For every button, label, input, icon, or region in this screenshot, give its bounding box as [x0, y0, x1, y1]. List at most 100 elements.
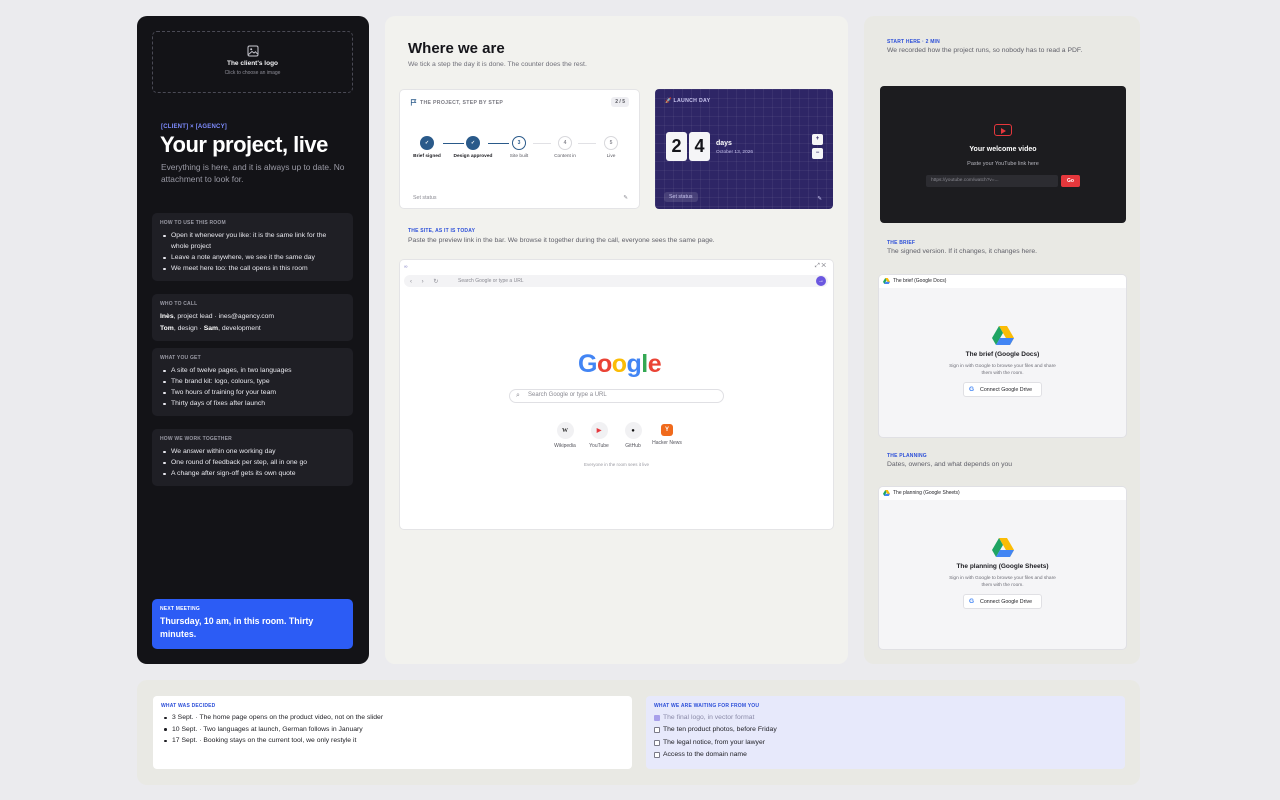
list-item: Leave a note anywhere, we see it the sam…	[160, 252, 345, 263]
checklist-item[interactable]: The legal notice, from your lawyer	[654, 737, 1117, 749]
start-subtitle: We recorded how the project runs, so nob…	[887, 47, 1083, 54]
how-to-heading: HOW TO USE THIS ROOM	[160, 220, 226, 226]
who-heading: WHO TO CALL	[160, 301, 198, 307]
checklist-item[interactable]: Access to the domain name	[654, 749, 1117, 761]
decrement-button[interactable]: −	[812, 148, 823, 159]
page-subtitle: Everything is here, and it is always up …	[161, 162, 345, 184]
checkbox[interactable]	[654, 727, 660, 734]
google-search-input[interactable]: ⌕ Search Google or type a URL	[509, 389, 724, 403]
shortcut-hacker-news[interactable]: Y Hacker News	[647, 422, 687, 446]
drive-card-title: The brief (Google Docs)	[965, 351, 1040, 358]
checkbox[interactable]	[654, 715, 660, 721]
step-label: Design approved	[453, 154, 493, 159]
drive-card-desc: Sign in with Google to browse your files…	[949, 576, 1056, 588]
youtube-icon: ▶	[590, 422, 608, 439]
checklist-item[interactable]: The ten product photos, before Friday	[654, 724, 1117, 736]
how-we-work-card: HOW WE WORK TOGETHER We answer within on…	[152, 429, 353, 486]
how-to-card: HOW TO USE THIS ROOM Open it whenever yo…	[152, 213, 353, 281]
steps-heading-text: THE PROJECT, STEP BY STEP	[420, 99, 504, 106]
brief-heading: THE BRIEF	[887, 240, 916, 246]
video-title: Your welcome video	[969, 146, 1037, 153]
video-subtitle: Paste your YouTube link here	[967, 161, 1039, 167]
checklist-item[interactable]: The final logo, in vector format	[654, 712, 1117, 724]
list-item: 3 Sept. · The home page opens on the pro…	[161, 712, 624, 724]
google-logo: Google	[578, 350, 662, 378]
contact-name: Inès	[160, 313, 174, 320]
step-label: Site built	[509, 154, 529, 159]
connect-google-drive-button[interactable]: G Connect Google Drive	[963, 594, 1042, 609]
waiting-card: WHAT WE ARE WAITING FOR FROM YOU The fin…	[646, 696, 1125, 769]
step-number: 4	[558, 136, 572, 150]
wikipedia-icon: W	[556, 422, 574, 439]
google-drive-icon	[883, 278, 890, 284]
tagline: [CLIENT] × [AGENCY]	[161, 124, 227, 130]
search-icon: ⌕	[516, 391, 520, 399]
step-brief-signed[interactable]: ✓ Brief signed	[402, 136, 452, 159]
checkbox[interactable]	[654, 751, 660, 758]
step-number: 3	[512, 136, 526, 150]
section-title: Where we are	[408, 40, 505, 57]
checklist-label: The final logo, in vector format	[663, 714, 755, 721]
meeting-heading: NEXT MEETING	[160, 606, 200, 612]
client-sidebar: The client's logo Click to choose an ima…	[137, 16, 369, 664]
rocket-icon: 🚀	[665, 98, 674, 104]
connect-google-drive-button[interactable]: G Connect Google Drive	[963, 382, 1042, 397]
set-status-button[interactable]: Set status	[413, 195, 437, 201]
list-item: Open it whenever you like: it is the sam…	[160, 230, 345, 252]
section-subtitle: We tick a step the day it is done. The c…	[408, 61, 587, 68]
drive-card-header: The planning (Google Sheets)	[879, 487, 1126, 500]
logo-title: The client's logo	[226, 60, 279, 67]
site-subtitle: Paste the preview link in the bar. We br…	[408, 237, 715, 244]
step-label: Live	[606, 154, 616, 159]
step-label: Content in	[554, 154, 576, 159]
countdown-unit: days	[716, 140, 732, 147]
edit-icon[interactable]: ✎	[817, 196, 822, 202]
contact-line: Inès, project lead · ines@agency.com	[160, 311, 345, 323]
contact-name: Tom	[160, 324, 174, 332]
window-controls[interactable]: ⤢ ✕	[815, 263, 826, 270]
youtube-play-icon	[994, 124, 1012, 136]
checklist-label: The legal notice, from your lawyer	[663, 738, 765, 746]
waiting-heading: WHAT WE ARE WAITING FOR FROM YOU	[654, 703, 760, 709]
resources-panel: START HERE · 2 MIN We recorded how the p…	[864, 16, 1140, 664]
page-title: Your project, live	[160, 132, 328, 157]
drive-card-top-label: The brief (Google Docs)	[893, 278, 947, 284]
google-drive-icon	[883, 490, 890, 496]
url-input[interactable]: Search Google or type a URL	[458, 278, 524, 284]
drive-card-desc: Sign in with Google to browse your files…	[949, 364, 1056, 376]
go-button[interactable]: →	[816, 276, 826, 286]
step-design-approved[interactable]: ✓ Design approved	[448, 136, 498, 159]
address-bar[interactable]: ‹ › ↻ Search Google or type a URL →	[404, 275, 828, 287]
list-item: The brand kit: logo, colours, type	[160, 376, 345, 387]
step-live[interactable]: 5 Live	[586, 136, 636, 159]
set-status-button[interactable]: Set status	[664, 192, 698, 202]
steps-card: THE PROJECT, STEP BY STEP 2 / 5 ✓ Brief …	[400, 90, 639, 208]
nav-buttons[interactable]: ‹ › ↻	[410, 278, 442, 285]
step-site-built[interactable]: 3 Site built	[494, 136, 544, 159]
step-content-in[interactable]: 4 Content in	[540, 136, 590, 159]
flag-icon	[410, 99, 417, 106]
github-icon: ●	[624, 422, 642, 439]
list-item: 10 Sept. · Two languages at launch, Germ…	[161, 724, 624, 736]
edit-icon[interactable]: ✎	[623, 195, 628, 201]
what-you-get-card: WHAT YOU GET A site of twelve pages, in …	[152, 348, 353, 416]
checkbox[interactable]	[654, 739, 660, 746]
google-g-icon: G	[969, 386, 975, 393]
shortcut-label: Hacker News	[652, 440, 682, 446]
browser-footer-note: Everyone in the room sees it live	[583, 462, 650, 467]
decisions-card: WHAT WAS DECIDED 3 Sept. · The home page…	[153, 696, 632, 769]
search-placeholder: Search Google or type a URL	[528, 392, 607, 398]
contact-detail: , project lead · ines@agency.com	[173, 313, 275, 320]
contact-detail: , development	[218, 324, 261, 332]
decisions-panel: WHAT WAS DECIDED 3 Sept. · The home page…	[137, 680, 1140, 785]
status-panel: Where we are We tick a step the day it i…	[385, 16, 848, 664]
site-heading: THE SITE, AS IT IS TODAY	[408, 228, 476, 234]
logo-picker[interactable]: The client's logo Click to choose an ima…	[152, 31, 353, 93]
list-item: 17 Sept. · Booking stays on the current …	[161, 735, 624, 747]
step-check-icon: ✓	[420, 136, 434, 150]
launch-countdown-card: 🚀 LAUNCH DAY 2 4 days October 13, 2026 +…	[655, 89, 833, 209]
logo-hint: Click to choose an image	[224, 70, 281, 76]
increment-button[interactable]: +	[812, 134, 823, 145]
video-go-button[interactable]: Go	[1061, 175, 1080, 187]
youtube-link-input[interactable]: https://youtube.com/watch?v=...	[926, 175, 1058, 187]
